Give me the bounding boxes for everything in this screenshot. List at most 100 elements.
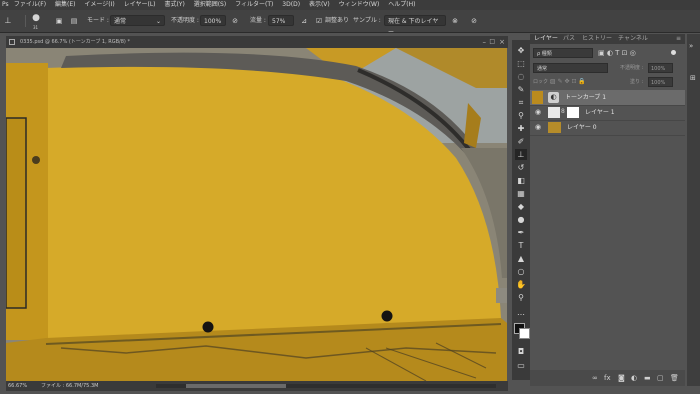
opacity-label: 不透明度 : — [171, 17, 199, 24]
scrollbar-thumb[interactable] — [186, 384, 286, 388]
layer-opacity-field[interactable]: 100% — [648, 63, 673, 73]
clone-stamp-icon[interactable]: ⊥ — [3, 16, 13, 26]
marquee-tool-icon[interactable]: ⬚ — [515, 58, 527, 69]
layer-row-curves[interactable]: ◐ トーンカーブ 1 — [530, 90, 685, 106]
eraser-tool-icon[interactable]: ◧ — [515, 175, 527, 186]
layer-thumbnail — [548, 107, 560, 118]
layer-row-layer1[interactable]: ◉ 8 レイヤー 1 — [530, 105, 685, 121]
filter-icons[interactable]: ▣ ◐ T ⊡ ◎ — [598, 48, 636, 58]
quick-mask-icon[interactable]: ◘ — [515, 346, 527, 357]
layer-name-curves[interactable]: トーンカーブ 1 — [565, 93, 606, 102]
healing-brush-icon[interactable]: ✚ — [515, 123, 527, 134]
opacity-field[interactable]: 100% — [200, 15, 226, 26]
document-icon — [9, 39, 15, 45]
tools-panel: ✥ ⬚ ◌ ✎ ⌗ ⚲ ✚ ✐ ⊥ ↺ ◧ ▦ ◆ ● ✒ T ▲ ○ ✋ ⚲ … — [512, 40, 530, 380]
menu-type[interactable]: 書式(Y) — [164, 0, 184, 10]
type-tool-icon[interactable]: T — [515, 240, 527, 251]
eye-icon[interactable]: ◉ — [534, 108, 542, 116]
layers-footer: ∞ fx ◙ ◐ ▬ ▢ 🗑 — [530, 370, 685, 386]
link-layers-icon[interactable]: ∞ — [592, 370, 598, 386]
layers-panel: レイヤー パス ヒストリー チャンネル ≡ ρ 種類 ▣ ◐ T ⊡ ◎ 通常 … — [530, 34, 685, 386]
status-bar: 66.67% ファイル : 66.7M/75.3M — [6, 381, 508, 391]
panel-menu-icon[interactable]: ≡ — [676, 34, 681, 44]
menu-help[interactable]: ヘルプ(H) — [388, 0, 415, 10]
menu-image[interactable]: イメージ(I) — [84, 0, 114, 10]
lasso-tool-icon[interactable]: ◌ — [515, 71, 527, 82]
pen-tool-icon[interactable]: ✒ — [515, 227, 527, 238]
history-brush-icon[interactable]: ↺ — [515, 162, 527, 173]
layer-opacity-label: 不透明度 : — [620, 65, 644, 71]
menu-layer[interactable]: レイヤー(L) — [124, 0, 156, 10]
maximize-icon[interactable]: □ — [489, 36, 495, 48]
brush-preset-icon[interactable]: ● — [31, 13, 41, 23]
trash-icon[interactable]: 🗑 — [670, 370, 679, 386]
blend-mode-select[interactable]: 通常 — [533, 63, 608, 73]
tab-history[interactable]: ヒストリー — [582, 34, 612, 44]
menu-3d[interactable]: 3D(D) — [282, 0, 300, 10]
background-color-swatch[interactable] — [519, 328, 530, 339]
tab-channels[interactable]: チャンネル — [618, 34, 648, 44]
gradient-tool-icon[interactable]: ▦ — [515, 188, 527, 199]
document-canvas[interactable] — [6, 48, 507, 381]
visibility-off-icon[interactable] — [532, 91, 543, 104]
crop-tool-icon[interactable]: ⌗ — [515, 97, 527, 108]
shape-tool-icon[interactable]: ○ — [515, 266, 527, 277]
menu-select[interactable]: 選択範囲(S) — [194, 0, 227, 10]
menu-edit[interactable]: 編集(E) — [55, 0, 75, 10]
mode-select[interactable]: 通常 ⌄ — [110, 15, 165, 26]
fill-field[interactable]: 100% — [648, 77, 673, 87]
fx-icon[interactable]: fx — [604, 370, 611, 386]
aligned-checkbox[interactable]: ☑ — [314, 16, 324, 26]
eyedropper-icon[interactable]: ⚲ — [515, 110, 527, 121]
clone-source-icon[interactable]: ▤ — [69, 16, 79, 26]
zoom-tool-icon[interactable]: ⚲ — [515, 292, 527, 303]
ignore-adjustment-icon[interactable]: ⊗ — [450, 16, 460, 26]
blur-tool-icon[interactable]: ◆ — [515, 201, 527, 212]
tab-paths[interactable]: パス — [563, 34, 575, 44]
excavator-photo — [6, 48, 507, 381]
layer-row-layer0[interactable]: ◉ レイヤー 0 — [530, 120, 685, 136]
sample-label: サンプル : — [353, 17, 381, 24]
minimize-icon[interactable]: – — [483, 36, 487, 48]
right-icon-strip: » ⊞ — [687, 34, 700, 386]
file-info: ファイル : 66.7M/75.3M — [41, 383, 99, 389]
lock-icons[interactable]: ▨ ✎ ✥ ⊡ 🔒 — [550, 77, 586, 87]
move-tool-icon[interactable]: ✥ — [515, 45, 527, 56]
flow-field[interactable]: 57% — [268, 15, 294, 26]
menu-file[interactable]: ファイル(F) — [14, 0, 46, 10]
pressure-opacity-icon[interactable]: ⊘ — [230, 16, 240, 26]
sample-select[interactable]: 現在 & 下のレイヤー — [384, 15, 446, 36]
group-icon[interactable]: ▬ — [644, 370, 651, 386]
document-tab[interactable]: 0335.psd @ 66.7% (トーンカーブ 1, RGB/8) * – □… — [6, 36, 508, 48]
filter-toggle-icon[interactable] — [671, 50, 676, 55]
quick-select-icon[interactable]: ✎ — [515, 84, 527, 95]
horizontal-scrollbar[interactable] — [156, 384, 496, 388]
dodge-tool-icon[interactable]: ● — [515, 214, 527, 225]
tab-layers[interactable]: レイヤー — [534, 34, 558, 44]
more-tools-icon[interactable]: … — [515, 307, 527, 318]
layer-name-layer1[interactable]: レイヤー 1 — [585, 108, 615, 117]
menu-window[interactable]: ウィンドウ(W) — [339, 0, 380, 10]
airbrush-icon[interactable]: ⊿ — [299, 16, 309, 26]
panel-collapse-icon[interactable]: » — [689, 42, 693, 50]
hand-tool-icon[interactable]: ✋ — [515, 279, 527, 290]
properties-icon[interactable]: ⊞ — [690, 74, 696, 82]
layer-filter-kind[interactable]: ρ 種類 — [533, 48, 593, 58]
add-mask-icon[interactable]: ◙ — [618, 370, 625, 386]
close-icon[interactable]: × — [499, 36, 505, 48]
clone-stamp-tool-icon[interactable]: ⊥ — [515, 149, 527, 160]
brush-panel-icon[interactable]: ▣ — [54, 16, 64, 26]
menu-view[interactable]: 表示(V) — [309, 0, 330, 10]
brush-tool-icon[interactable]: ✐ — [515, 136, 527, 147]
eye-icon[interactable]: ◉ — [534, 123, 542, 131]
layer-mask-thumbnail[interactable] — [567, 107, 579, 118]
new-layer-icon[interactable]: ▢ — [657, 370, 664, 386]
zoom-readout[interactable]: 66.67% — [8, 381, 27, 391]
pressure-size-icon[interactable]: ⊘ — [469, 16, 479, 26]
layer-name-layer0[interactable]: レイヤー 0 — [567, 123, 597, 132]
adjustment-layer-icon[interactable]: ◐ — [631, 370, 637, 386]
path-select-icon[interactable]: ▲ — [515, 253, 527, 264]
layer-thumbnail — [548, 122, 561, 133]
screen-mode-icon[interactable]: ▭ — [515, 360, 527, 371]
menu-filter[interactable]: フィルター(T) — [235, 0, 273, 10]
